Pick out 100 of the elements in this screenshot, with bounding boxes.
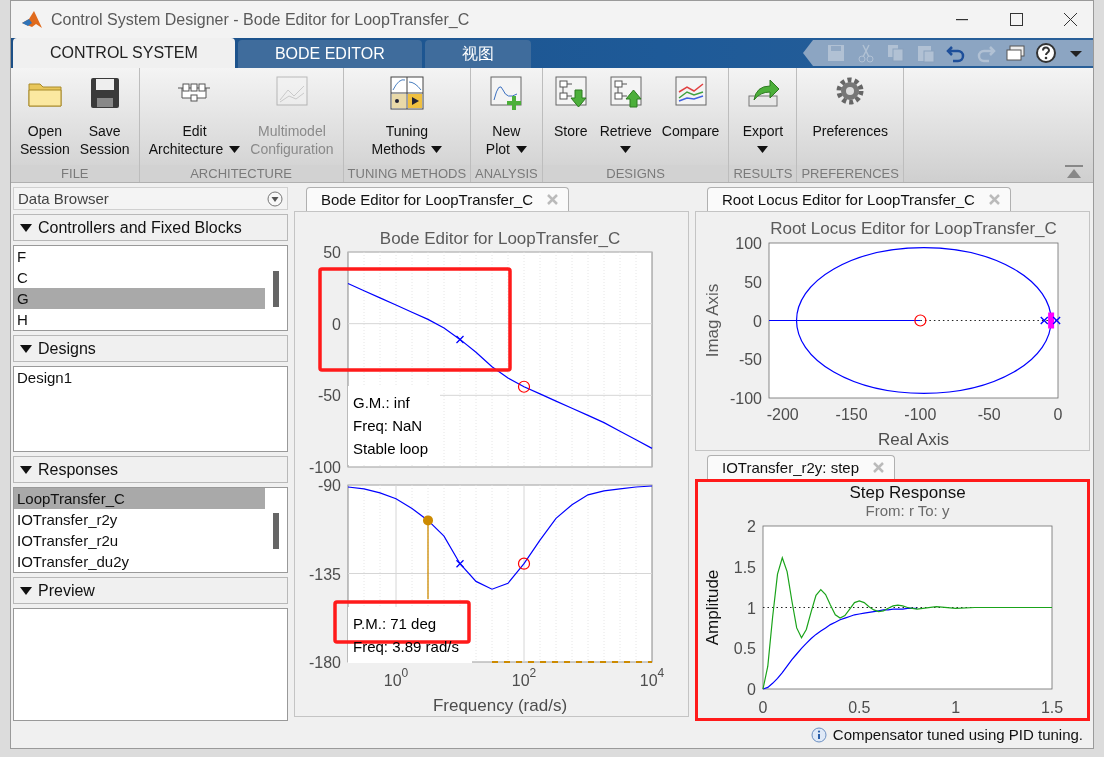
toolstrip-button[interactable]: Tuning Methods [366, 68, 448, 165]
section-header[interactable]: Designs [13, 335, 288, 362]
tick-label: -50 [977, 405, 1001, 423]
margin-text: Stable loop [353, 440, 429, 457]
plot-area[interactable] [768, 242, 1059, 398]
status-text: Compensator tuned using PID tuning. [832, 726, 1083, 743]
info-icon [810, 726, 827, 743]
toolstrip-button[interactable]: Preferences [807, 68, 893, 165]
tick-label: 10$^{4}$ [639, 666, 665, 689]
cross-marker[interactable] [1052, 315, 1061, 325]
minimize-icon [956, 18, 968, 21]
tick-label: 50 [323, 244, 341, 261]
tick-label: -90 [317, 477, 341, 494]
panel-tab[interactable]: IOTransfer_r2y: step [707, 455, 895, 479]
margin-text: G.M.: inf [353, 394, 410, 411]
tuning-grid-icon [387, 74, 426, 112]
tick-label: 1.5 [1040, 699, 1064, 716]
section-header[interactable]: Controllers and Fixed Blocks [13, 214, 288, 241]
tick-label: -135 [308, 565, 341, 583]
window-title: Control System Designer - Bode Editor for LoopTransfer_C [51, 10, 471, 29]
collapse-icon[interactable] [1065, 165, 1083, 179]
scrollbar-thumb[interactable] [273, 271, 279, 307]
tick-label: 1 [951, 699, 961, 716]
caret-icon [20, 586, 32, 595]
tick-label: 10$^{2}$ [511, 666, 537, 689]
chart-title: Step Response [849, 483, 966, 502]
circle-marker[interactable] [517, 557, 531, 570]
tick-label: 0 [332, 315, 341, 333]
list-item[interactable]: H [14, 309, 265, 330]
caret-icon [20, 344, 32, 353]
toolstrip-button[interactable]: Edit Architecture [143, 68, 246, 165]
caret-icon [229, 145, 241, 153]
tick-label: 0 [1053, 405, 1063, 423]
ribbon-tab[interactable]: 视图 [424, 40, 531, 68]
panel-tab[interactable]: Root Locus Editor for LoopTransfer_C [707, 187, 1011, 211]
chart-subtitle: From: r To: y [865, 502, 950, 519]
circle-marker[interactable] [517, 380, 531, 393]
cross-marker[interactable] [1040, 315, 1049, 325]
caret-icon [431, 145, 443, 153]
tick-label: -150 [835, 405, 868, 423]
toolstrip-button[interactable]: Retrieve [594, 68, 657, 165]
tick-label: 50 [744, 273, 762, 291]
tick-label: -50 [317, 387, 341, 405]
tick-label: -100 [904, 405, 937, 423]
chart-title: Bode Editor for LoopTransfer_C [379, 229, 621, 248]
list-item[interactable]: F [14, 246, 265, 267]
app-icon [21, 9, 43, 30]
tick-label: 1 [747, 599, 756, 617]
axis-label: Imag Axis [703, 283, 722, 357]
axis-label: Frequency (rad/s) [432, 696, 568, 715]
tick-label: 100 [735, 234, 762, 252]
toolstrip-button[interactable]: New Plot [480, 68, 532, 165]
tick-label: 2 [747, 518, 756, 535]
caret-icon [757, 146, 769, 153]
list-item[interactable]: Design1 [14, 367, 265, 388]
help-icon[interactable] [1035, 42, 1057, 64]
list-item[interactable]: G [14, 288, 265, 309]
list-item[interactable]: IOTransfer_r2u [14, 530, 265, 551]
margin-text: Freq: NaN [353, 417, 423, 434]
toolstrip-button[interactable]: Store [546, 68, 595, 165]
margin-marker[interactable] [423, 515, 433, 600]
ribbon-tab[interactable]: BODE EDITOR [237, 40, 422, 68]
list-item[interactable]: LoopTransfer_C [14, 488, 265, 509]
tick-label: 10$^{0}$ [383, 666, 409, 689]
list-item[interactable]: IOTransfer_du2y [14, 551, 265, 572]
toolstrip-button[interactable]: Save Session [74, 68, 135, 165]
tick-label: 0 [753, 312, 762, 330]
margin-text: P.M.: 71 deg [353, 615, 437, 632]
toolstrip-button[interactable]: Export [737, 68, 789, 165]
section-header[interactable]: Responses [13, 456, 288, 483]
section-header[interactable]: Preview [13, 577, 288, 604]
tick-label: 0.5 [848, 699, 871, 716]
axis-label: Real Axis [878, 429, 949, 449]
caret-icon [20, 223, 32, 232]
windows-icon[interactable] [1005, 42, 1027, 64]
toolstrip-button[interactable]: Compare [656, 68, 725, 165]
circle-marker[interactable] [914, 313, 927, 327]
cross-marker[interactable] [455, 335, 465, 344]
scrollbar-thumb[interactable] [273, 513, 279, 549]
list-item[interactable]: IOTransfer_r2y [14, 509, 265, 530]
tick-label: -180 [308, 654, 341, 671]
list-item[interactable]: C [14, 267, 265, 288]
square-marker[interactable] [1048, 312, 1055, 329]
cross-marker[interactable] [455, 559, 465, 568]
toolstrip-button[interactable]: Open Session [15, 68, 75, 165]
tick-label: 0.5 [733, 640, 756, 658]
tick-label: -100 [729, 389, 762, 407]
caret-icon [20, 465, 32, 474]
tick-label: 1.5 [733, 558, 756, 576]
ribbon-tab[interactable]: CONTROL SYSTEM [13, 38, 235, 68]
dropdown-icon[interactable] [267, 190, 283, 207]
caret-icon [620, 146, 632, 153]
panel-tab[interactable]: Bode Editor for LoopTransfer_C [306, 187, 570, 211]
tick-label: -200 [766, 405, 799, 423]
axis-label: Amplitude [703, 569, 722, 646]
caret-icon [515, 145, 527, 153]
close-icon [1063, 13, 1077, 26]
tick-label: 0 [758, 699, 768, 716]
panel-title: Data Browser [18, 190, 109, 207]
tick-label: -50 [738, 350, 762, 368]
